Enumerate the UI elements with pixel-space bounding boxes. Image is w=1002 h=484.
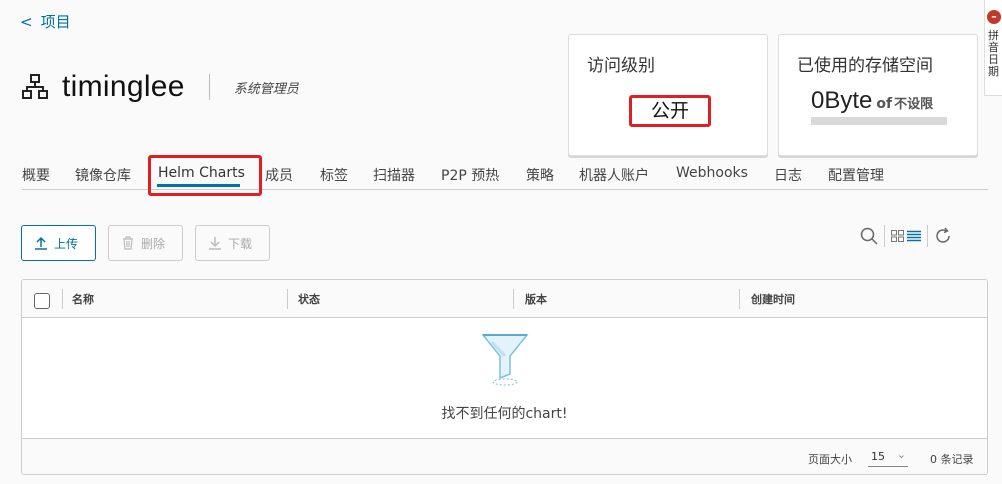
tab-policy[interactable]: 策略	[526, 165, 554, 185]
column-status[interactable]: 状态	[298, 291, 320, 307]
upload-button[interactable]: 上传	[21, 225, 96, 261]
storage-used: 0Byte	[811, 87, 873, 114]
header-divider	[208, 74, 210, 100]
chevron-left-icon: <	[20, 13, 33, 31]
tab-robot-accounts[interactable]: 机器人账户	[579, 165, 649, 185]
side-widget-text: 拼音日期	[988, 29, 999, 78]
delete-button[interactable]: 删除	[108, 225, 183, 261]
project-header: timinglee 系统管理员	[22, 70, 299, 104]
record-count: 0 条记录	[930, 453, 974, 466]
tab-repositories[interactable]: 镜像仓库	[75, 165, 131, 185]
funnel-icon	[481, 334, 529, 386]
column-divider[interactable]	[287, 289, 288, 309]
back-link-label: 项目	[40, 13, 71, 31]
upload-icon	[35, 236, 47, 250]
storage-card: 已使用的存储空间 0Byte of 不设限	[778, 34, 978, 156]
page-size-label: 页面大小	[808, 453, 852, 466]
project-org-icon	[22, 74, 48, 99]
access-level-title: 访问级别	[587, 56, 655, 76]
datagrid-header: 名称 状态 版本 创建时间	[22, 280, 987, 318]
page-size-select[interactable]: 15 ⌄	[868, 447, 908, 467]
tool-divider	[927, 225, 928, 247]
tab-members[interactable]: 成员	[265, 165, 293, 185]
trash-icon	[123, 236, 133, 250]
storage-progress-bar	[811, 117, 947, 125]
column-divider[interactable]	[739, 289, 740, 309]
upload-label: 上传	[54, 236, 79, 251]
select-all-checkbox[interactable]	[34, 293, 50, 309]
side-widget-badge: –	[987, 10, 1001, 24]
helm-charts-highlight-box	[148, 155, 262, 196]
charts-datagrid: 名称 状态 版本 创建时间 找不到任何的chart! 页面大小 15 ⌄ 0 条…	[21, 279, 988, 475]
download-label: 下载	[228, 236, 253, 251]
storage-limit: 不设限	[894, 97, 934, 112]
column-version[interactable]: 版本	[525, 291, 547, 307]
tab-p2p-preheat[interactable]: P2P 预热	[441, 165, 499, 185]
back-to-projects-link[interactable]: < 项目	[20, 11, 71, 32]
chevron-down-icon: ⌄	[896, 448, 906, 461]
project-role: 系统管理员	[233, 80, 299, 96]
tool-divider	[884, 225, 885, 247]
tab-configuration[interactable]: 配置管理	[828, 165, 884, 185]
refresh-icon[interactable]	[934, 227, 952, 245]
column-divider	[62, 289, 63, 309]
tab-summary[interactable]: 概要	[22, 165, 50, 185]
grid-list-toggle-icon[interactable]	[891, 230, 921, 242]
search-icon[interactable]	[860, 227, 878, 245]
datagrid-footer: 页面大小 15 ⌄ 0 条记录	[22, 438, 987, 474]
tab-labels[interactable]: 标签	[320, 165, 348, 185]
download-icon	[209, 237, 221, 250]
storage-usage: 0Byte of 不设限	[811, 87, 933, 115]
download-button[interactable]: 下载	[195, 225, 270, 261]
table-tools	[860, 225, 952, 247]
storage-of: of	[876, 96, 893, 112]
tab-logs[interactable]: 日志	[774, 165, 802, 185]
side-input-widget[interactable]: – 拼音日期	[984, 0, 1002, 96]
column-created-time[interactable]: 创建时间	[751, 291, 795, 307]
access-level-card: 访问级别 公开	[568, 34, 768, 156]
storage-title: 已使用的存储空间	[797, 56, 933, 76]
empty-state-message: 找不到任何的chart!	[441, 406, 568, 422]
access-level-value: 公开	[629, 95, 711, 127]
delete-label: 删除	[141, 236, 166, 251]
project-name: timinglee	[62, 70, 185, 103]
tab-webhooks[interactable]: Webhooks	[676, 165, 748, 181]
column-divider[interactable]	[513, 289, 514, 309]
page-size-value: 15	[871, 450, 885, 463]
tab-scanner[interactable]: 扫描器	[373, 165, 415, 185]
column-name[interactable]: 名称	[72, 291, 94, 307]
